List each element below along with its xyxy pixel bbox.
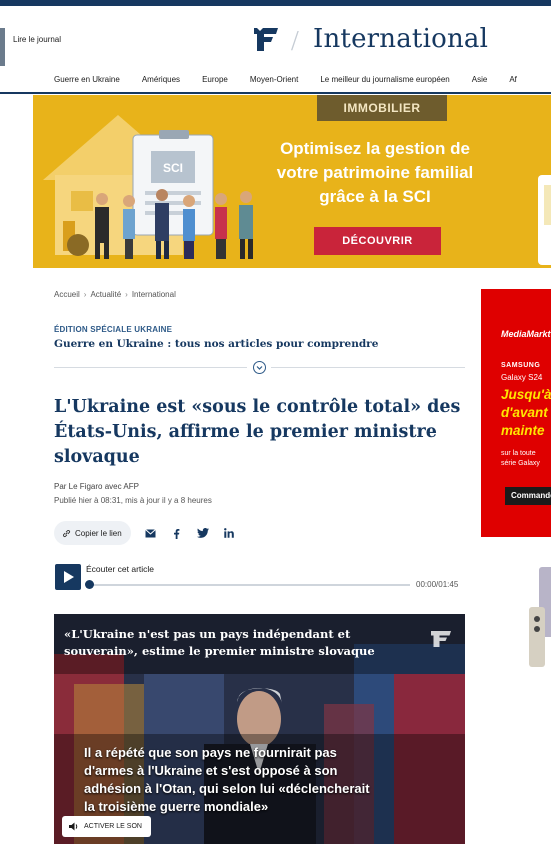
breadcrumb-item-actualite[interactable]: Actualité: [90, 290, 121, 299]
video-title-line: «L'Ukraine n'est pas un pays indépendant…: [64, 627, 351, 641]
section-title[interactable]: International: [313, 24, 488, 54]
banner-sign-label: SCI: [163, 161, 183, 175]
side-ad-brand: MediaMarkt: [501, 329, 551, 339]
activate-sound-label: ACTIVER LE SON: [84, 823, 142, 830]
chevron-down-icon: [256, 366, 263, 370]
article-title: L'Ukraine est «sous le contrôle total» d…: [54, 395, 469, 470]
speaker-icon: [69, 822, 78, 831]
banner-ad-phone-image: [538, 175, 551, 265]
copy-link-label: Copier le lien: [75, 528, 122, 538]
activate-sound-button[interactable]: ACTIVER LE SON: [62, 816, 151, 837]
nav-item-ameriques[interactable]: Amériques: [142, 75, 180, 87]
play-icon: [64, 571, 74, 583]
article-publish-date: Publié hier à 08:31, mis à jour il y a 8…: [54, 496, 212, 505]
video-caption: Il a répété que son pays ne fournirait p…: [84, 744, 414, 816]
expand-button[interactable]: [253, 361, 266, 374]
banner-ad-headline: Optimisez la gestion de votre patrimoine…: [255, 137, 495, 209]
video-title: «L'Ukraine n'est pas un pays indépendant…: [64, 626, 404, 660]
video-caption-line: d'armes à l'Ukraine et s'est opposé à so…: [84, 763, 338, 778]
breadcrumb-item-international[interactable]: International: [132, 290, 176, 299]
banner-ad-headline-line: votre patrimoine familial: [276, 163, 474, 182]
site-header: Lire le journal / International Guerre e…: [0, 6, 551, 94]
side-ad-promo-line: d'avant: [501, 405, 548, 420]
article-title-line: slovaque: [54, 447, 140, 467]
banner-ad-cta-button[interactable]: DÉCOUVRIR: [314, 227, 441, 255]
breadcrumb-chevron-icon: ›: [125, 290, 128, 299]
side-ad-fineprint-line: sur la toute: [501, 450, 536, 457]
side-ad-promo-line: mainte: [501, 423, 545, 438]
logo-separator: /: [291, 26, 299, 57]
audio-time: 00:00/01:45: [416, 580, 459, 589]
side-ad-promo: Jusqu'à d'avant mainte: [501, 386, 551, 440]
side-ad-samsung: SAMSUNG: [501, 362, 541, 369]
le-figaro-watermark-icon: [431, 631, 451, 647]
special-edition-label[interactable]: ÉDITION SPÉCIALE UKRAINE: [54, 325, 172, 334]
special-edition-link[interactable]: Guerre en Ukraine : tous nos articles po…: [54, 338, 378, 350]
side-ad-promo-line: Jusqu'à: [501, 387, 551, 402]
section-nav: Guerre en Ukraine Amériques Europe Moyen…: [54, 75, 539, 87]
breadcrumb: Accueil › Actualité › International: [54, 290, 176, 299]
nav-item-asie[interactable]: Asie: [472, 75, 488, 87]
side-ad-fineprint-line: série Galaxy: [501, 460, 540, 467]
banner-illustration: SCI: [43, 115, 253, 259]
side-ad-cta-button[interactable]: Commande: [505, 487, 551, 505]
side-ad[interactable]: MediaMarkt SAMSUNG Galaxy S24 Jusqu'à d'…: [481, 289, 551, 689]
nav-item-guerre-ukraine[interactable]: Guerre en Ukraine: [54, 75, 120, 87]
mail-icon[interactable]: [145, 527, 157, 539]
nav-item-europe[interactable]: Europe: [202, 75, 228, 87]
side-ad-phones-icon: [529, 567, 551, 667]
audio-progress-track[interactable]: [89, 584, 410, 586]
link-icon: [62, 529, 71, 537]
banner-ad-headline-line: grâce à la SCI: [319, 187, 431, 206]
breadcrumb-item-accueil[interactable]: Accueil: [54, 290, 80, 299]
facebook-icon[interactable]: [171, 527, 183, 539]
video-caption-line: adhésion à l'Otan, qui selon lui «déclen…: [84, 781, 370, 796]
side-ad-fineprint: sur la toute série Galaxy: [501, 449, 540, 469]
read-journal-link[interactable]: Lire le journal: [13, 35, 61, 44]
linkedin-icon[interactable]: [223, 527, 235, 539]
side-ad-product: Galaxy S24: [501, 373, 543, 382]
journal-thumbnail[interactable]: [0, 28, 5, 66]
audio-play-button[interactable]: [55, 564, 81, 590]
side-ad-product-image: [481, 537, 551, 689]
nav-item-meilleur-journalisme[interactable]: Le meilleur du journalisme européen: [320, 75, 449, 87]
video-title-line: souverain», estime le premier ministre s…: [64, 644, 375, 658]
copy-link-button[interactable]: Copier le lien: [54, 521, 131, 545]
twitter-icon[interactable]: [196, 527, 209, 539]
nav-item-afrique[interactable]: Af: [509, 75, 517, 87]
banner-ad[interactable]: SCI IMMOBILIER Optimisez la gestion de v…: [33, 95, 551, 268]
breadcrumb-chevron-icon: ›: [83, 290, 87, 299]
divider: [54, 367, 247, 368]
divider: [271, 367, 465, 368]
audio-title: Écouter cet article: [86, 564, 155, 574]
video-caption-line: Il a répété que son pays ne fournirait p…: [84, 745, 337, 760]
banner-ad-tag: IMMOBILIER: [317, 95, 447, 121]
article-title-line: L'Ukraine est «sous le contrôle total» d…: [54, 397, 461, 417]
video-player[interactable]: «L'Ukraine n'est pas un pays indépendant…: [54, 614, 465, 844]
nav-item-moyen-orient[interactable]: Moyen-Orient: [250, 75, 298, 87]
audio-progress-handle[interactable]: [85, 580, 94, 589]
article-title-line: États-Unis, affirme le premier ministre: [54, 422, 437, 442]
share-bar: Copier le lien: [54, 521, 235, 545]
video-caption-line: la troisième guerre mondiale»: [84, 799, 269, 814]
article-byline: Par Le Figaro avec AFP: [54, 482, 139, 491]
banner-ad-headline-line: Optimisez la gestion de: [280, 139, 470, 158]
le-figaro-logo-icon[interactable]: [254, 26, 280, 52]
